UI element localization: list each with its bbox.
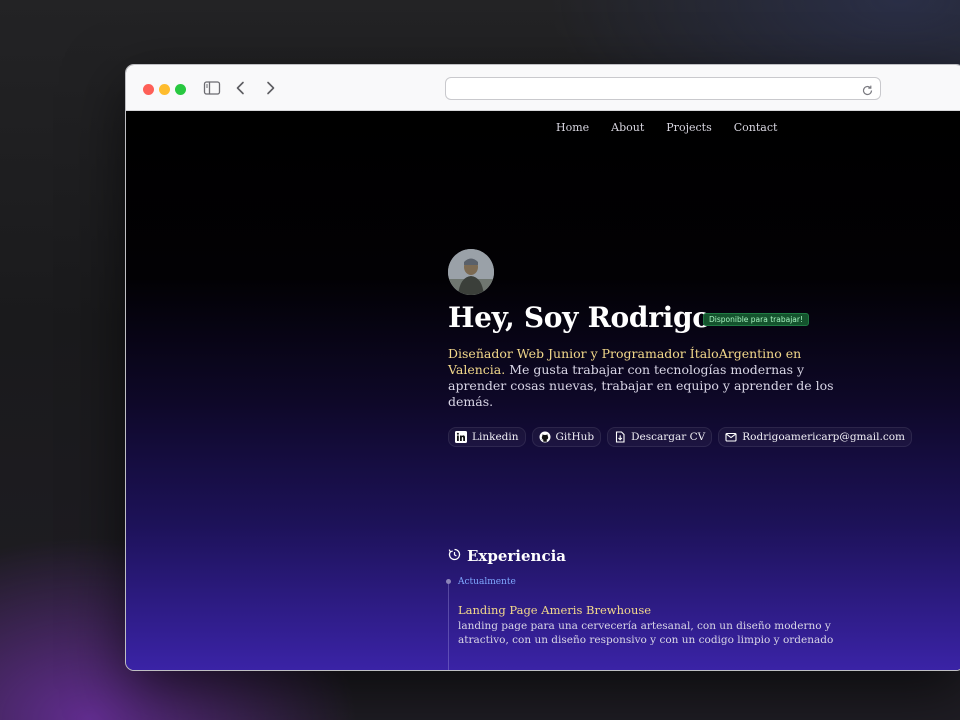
email-label: Rodrigoamericarp@gmail.com	[742, 431, 905, 443]
github-label: GitHub	[555, 431, 595, 443]
download-cv-label: Descargar CV	[631, 431, 706, 443]
experience-date: Actualmente	[458, 577, 516, 587]
experience-description: landing page para una cervecería artesan…	[458, 620, 834, 646]
timeline-line	[448, 581, 449, 670]
address-bar[interactable]	[445, 77, 881, 100]
intro-rest: Me gusta trabajar con tecnologías modern…	[448, 362, 834, 409]
main-nav: Home About Projects Contact	[556, 121, 777, 134]
experience-job-title: Landing Page Ameris Brewhouse	[458, 603, 652, 617]
linkedin-icon	[455, 431, 467, 443]
experience-title: Experiencia	[467, 547, 567, 565]
intro-text: Diseñador Web Junior y Programador Ítalo…	[448, 346, 848, 410]
nav-contact[interactable]: Contact	[734, 121, 778, 134]
linkedin-label: Linkedin	[472, 431, 519, 443]
github-icon	[539, 431, 551, 443]
browser-toolbar	[126, 65, 960, 111]
experience-icon	[448, 547, 461, 565]
forward-icon[interactable]	[261, 79, 279, 97]
reload-icon[interactable]	[861, 82, 874, 96]
availability-badge: Disponible para trabajar!	[703, 313, 809, 326]
browser-window: Home About Projects Contact Hey, Soy Rod…	[125, 64, 960, 671]
sidebar-icon[interactable]	[203, 79, 221, 97]
mail-icon	[725, 431, 737, 443]
download-icon	[614, 431, 626, 443]
minimize-window-button[interactable]	[159, 84, 170, 95]
page-content: Home About Projects Contact Hey, Soy Rod…	[126, 111, 960, 670]
social-links: Linkedin GitHub Descargar CV Rodrigoamer…	[448, 427, 912, 447]
close-window-button[interactable]	[143, 84, 154, 95]
email-button[interactable]: Rodrigoamericarp@gmail.com	[718, 427, 912, 447]
back-icon[interactable]	[232, 79, 250, 97]
linkedin-button[interactable]: Linkedin	[448, 427, 526, 447]
timeline-dot	[446, 579, 451, 584]
avatar	[448, 249, 494, 295]
page-title: Hey, Soy Rodrigo	[448, 301, 711, 334]
nav-projects[interactable]: Projects	[666, 121, 711, 134]
github-button[interactable]: GitHub	[531, 427, 602, 447]
download-cv-button[interactable]: Descargar CV	[607, 427, 713, 447]
experience-heading: Experiencia	[448, 547, 566, 565]
maximize-window-button[interactable]	[175, 84, 186, 95]
nav-about[interactable]: About	[611, 121, 644, 134]
nav-home[interactable]: Home	[556, 121, 589, 134]
